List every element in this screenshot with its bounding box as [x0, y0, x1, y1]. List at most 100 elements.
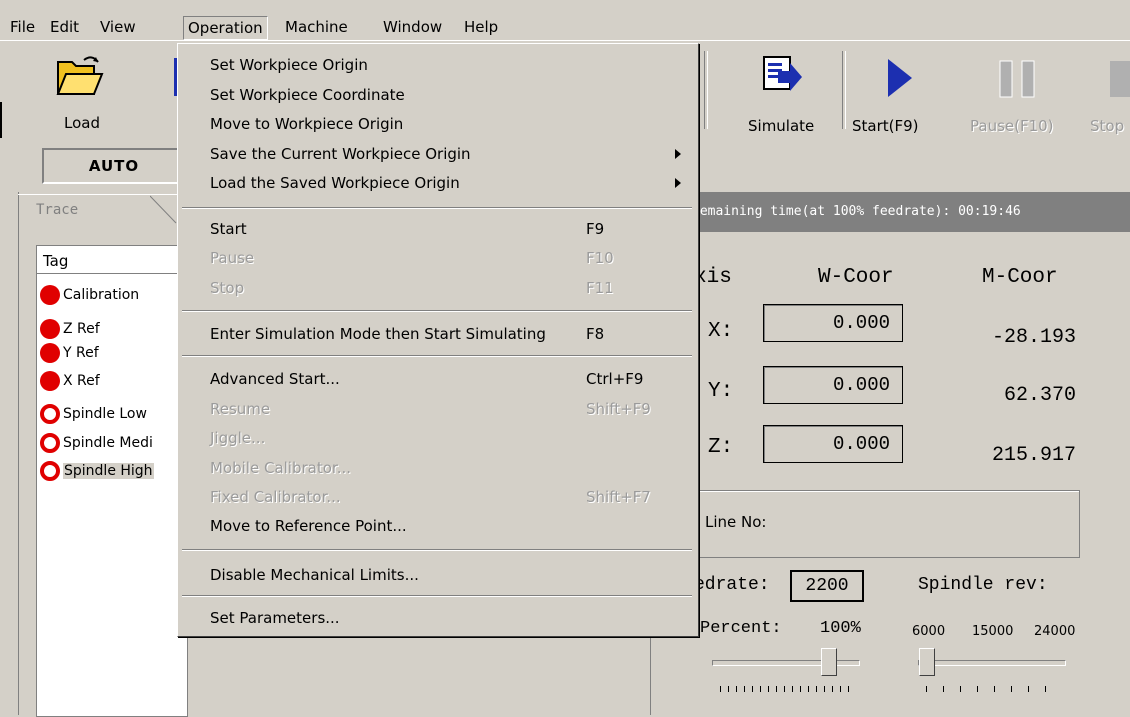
feedrate-field[interactable]: 2200 [790, 570, 864, 602]
menu-window[interactable]: Window [383, 18, 442, 36]
menu-item-set-parameters[interactable]: Set Parameters... [210, 604, 340, 632]
line-no-panel: Line No: [692, 490, 1080, 558]
red-ring-icon [40, 433, 60, 453]
w-coor-z-field[interactable]: 0.000 [763, 425, 903, 463]
shortcut-advanced-start: Ctrl+F9 [586, 370, 644, 388]
folder-open-icon [56, 56, 104, 95]
tab-trace-label: Trace [36, 202, 79, 218]
menu-item-move-to-reference-point[interactable]: Move to Reference Point... [210, 512, 407, 540]
toolbar-separator [704, 51, 708, 129]
red-dot-icon [40, 285, 60, 305]
shortcut-simulation: F8 [586, 325, 605, 343]
pause-button: Pause(F10) [970, 45, 1060, 140]
w-coor-x-value: 0.000 [832, 312, 890, 334]
spindle-tick-24000: 24000 [1034, 624, 1076, 639]
list-item-label: Z Ref [63, 321, 100, 337]
shortcut-start: F9 [586, 220, 605, 238]
tab-trace[interactable]: Trace [22, 196, 162, 224]
load-label: Load [64, 114, 100, 132]
red-ring-icon [40, 404, 60, 424]
menu-item-set-workpiece-origin[interactable]: Set Workpiece Origin [210, 51, 368, 79]
shortcut-fixed-calibrator: Shift+F7 [586, 488, 651, 506]
simulate-icon [763, 56, 802, 91]
menu-separator [182, 595, 692, 597]
list-item-label: Spindle Low [63, 406, 147, 422]
menu-item-move-to-workpiece-origin[interactable]: Move to Workpiece Origin [210, 110, 403, 138]
play-icon [888, 59, 912, 97]
start-button[interactable]: Start(F9) [852, 45, 942, 140]
red-ring-icon [40, 461, 60, 481]
operation-menu: Set Workpiece Origin Set Workpiece Coord… [177, 43, 699, 637]
list-item[interactable]: Z Ref [40, 318, 100, 340]
list-item[interactable]: Spindle High [40, 460, 154, 482]
red-dot-icon [40, 343, 60, 363]
spindle-tick-15000: 15000 [972, 624, 1014, 639]
load-button[interactable]: Load [42, 48, 142, 138]
list-item-label: Spindle High [63, 463, 154, 479]
list-item[interactable]: X Ref [40, 370, 100, 392]
list-item[interactable]: Spindle Low [40, 403, 147, 425]
menu-item-stop: Stop [210, 279, 245, 297]
w-coor-z-value: 0.000 [832, 433, 890, 455]
stop-icon [1110, 61, 1130, 97]
spindle-slider-ticks [926, 686, 1056, 692]
feedrate-slider-ticks [720, 686, 850, 692]
list-item[interactable]: Spindle Medi [40, 432, 153, 454]
remaining-time-text: Remaining time(at 100% feedrate): 00:19:… [692, 204, 1021, 219]
menu-item-mobile-calibrator: Mobile Calibrator... [210, 459, 352, 477]
tab-corner [150, 195, 177, 224]
w-coor-y-field[interactable]: 0.000 [763, 366, 903, 404]
feedrate-slider-track[interactable] [712, 660, 860, 666]
menu-edit[interactable]: Edit [50, 18, 79, 36]
menu-item-set-workpiece-coordinate[interactable]: Set Workpiece Coordinate [210, 81, 405, 109]
red-dot-icon [40, 371, 60, 391]
feedrate-value: 2200 [805, 576, 849, 596]
m-coor-header: M-Coor [982, 266, 1058, 289]
spindle-slider-track[interactable] [918, 660, 1066, 666]
menu-view[interactable]: View [100, 18, 136, 36]
list-item[interactable]: Y Ref [40, 342, 99, 364]
menu-file[interactable]: File [10, 18, 35, 36]
axis-header: xis [694, 266, 732, 289]
menu-item-disable-mechanical-limits[interactable]: Disable Mechanical Limits... [210, 561, 419, 589]
menu-item-start[interactable]: Start [210, 215, 247, 243]
menu-separator [182, 549, 692, 551]
menu-item-pause: Pause [210, 249, 255, 267]
m-coor-z-value: 215.917 [991, 444, 1076, 467]
w-coor-header: W-Coor [818, 266, 894, 289]
w-coor-x-field[interactable]: 0.000 [763, 304, 903, 342]
mode-indicator: AUTO [42, 148, 186, 184]
shortcut-pause: F10 [586, 249, 614, 267]
spindle-tick-6000: 6000 [912, 624, 946, 639]
spindle-slider-thumb[interactable] [919, 648, 935, 676]
list-item[interactable]: Calibration [40, 284, 139, 306]
line-no-label: Line No: [705, 513, 767, 531]
axis-x-label: X: [708, 320, 734, 343]
menu-operation[interactable]: Operation [183, 16, 268, 40]
remaining-time-bar: Remaining time(at 100% feedrate): 00:19:… [692, 192, 1130, 232]
menu-item-save-workpiece-origin[interactable]: Save the Current Workpiece Origin [210, 140, 471, 168]
pause-icon [999, 60, 1035, 98]
w-coor-y-value: 0.000 [832, 374, 890, 396]
menu-help[interactable]: Help [464, 18, 498, 36]
shortcut-stop: F11 [586, 279, 614, 297]
menu-bar: File Edit View Operation Machine Window … [0, 0, 1130, 41]
list-item-label: Calibration [63, 287, 140, 303]
list-item-label: X Ref [63, 373, 100, 389]
menu-item-jiggle: Jiggle... [210, 429, 266, 447]
simulate-button[interactable]: Simulate [732, 45, 842, 140]
menu-item-load-workpiece-origin[interactable]: Load the Saved Workpiece Origin [210, 169, 460, 197]
m-coor-x-value: -28.193 [991, 326, 1076, 349]
feedrate-label: edrate: [694, 575, 770, 595]
feedrate-slider-thumb[interactable] [821, 648, 837, 676]
simulate-label: Simulate [748, 117, 815, 135]
tag-header-label: Tag [43, 252, 69, 270]
menu-item-resume: Resume [210, 400, 271, 418]
tag-column-header[interactable]: Tag [37, 248, 186, 274]
menu-separator [182, 310, 692, 312]
menu-machine[interactable]: Machine [285, 18, 348, 36]
spindle-rev-label: Spindle rev: [918, 575, 1048, 595]
menu-item-enter-simulation[interactable]: Enter Simulation Mode then Start Simulat… [210, 320, 546, 348]
menu-item-advanced-start[interactable]: Advanced Start... [210, 365, 340, 393]
list-item-label: Spindle Medi [63, 435, 153, 451]
